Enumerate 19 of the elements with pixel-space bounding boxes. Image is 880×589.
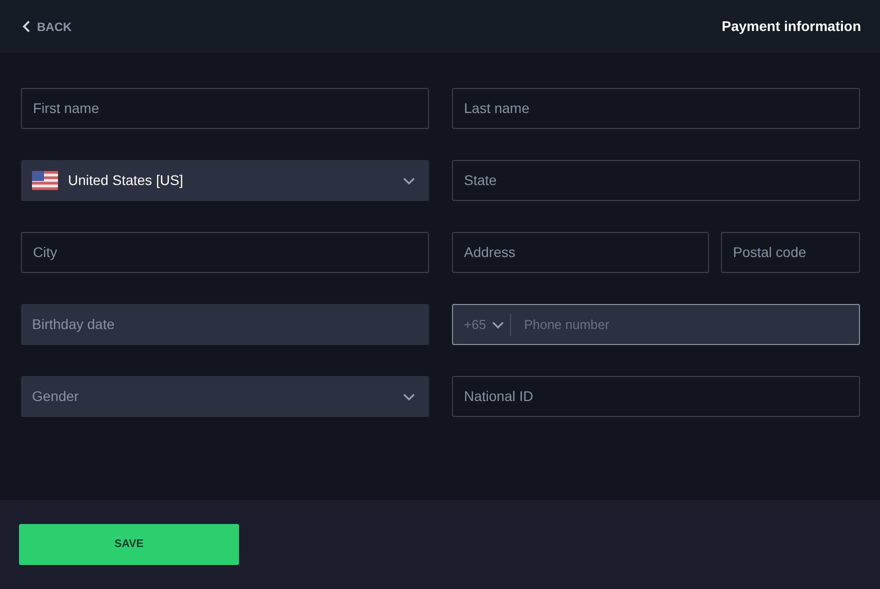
input-field[interactable]: Last name	[452, 88, 860, 129]
input-field[interactable]: State	[452, 160, 860, 201]
input-field[interactable]: First name	[21, 88, 429, 129]
date-field[interactable]: Birthday date	[21, 304, 429, 345]
flag-icon	[32, 171, 58, 190]
chevron-down-icon	[492, 320, 504, 328]
input-field[interactable]: Postal code	[721, 232, 860, 273]
back-link[interactable]: BACK	[22, 18, 72, 36]
country-dropdown[interactable]: United States [US]	[21, 160, 429, 201]
chevron-down-icon	[403, 392, 415, 400]
chevron-left-icon	[22, 20, 31, 33]
chevron-down-icon	[403, 176, 415, 184]
page-title: Payment information	[722, 17, 861, 36]
back-label: BACK	[37, 18, 72, 36]
input-field[interactable]: Address	[452, 232, 709, 273]
save-button[interactable]: SAVE	[19, 524, 239, 565]
input-field[interactable]: National ID	[452, 376, 860, 417]
input-field[interactable]: City	[21, 232, 429, 273]
gender-dropdown[interactable]: Gender	[21, 376, 429, 417]
